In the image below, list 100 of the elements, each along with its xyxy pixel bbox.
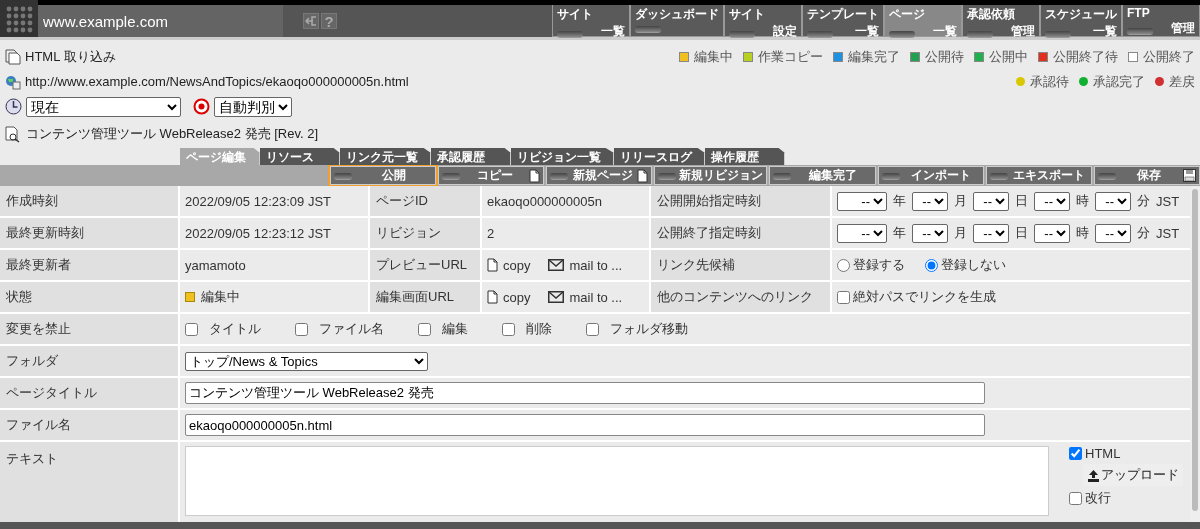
- tab[interactable]: 操作履歴: [705, 148, 785, 165]
- legend-label: 公開終了待: [1053, 47, 1118, 66]
- action-button[interactable]: 新規ページ: [546, 166, 653, 185]
- checkbox-option[interactable]: 改行: [1069, 489, 1169, 507]
- text-field[interactable]: ekaoqo000000005n.html: [185, 414, 985, 436]
- mail-link[interactable]: mail to ...: [548, 289, 623, 305]
- checkbox-option[interactable]: 削除: [502, 320, 552, 338]
- unit-label: 月: [954, 224, 967, 242]
- checkbox[interactable]: [295, 322, 308, 336]
- nav-button[interactable]: スケジュール 一覧: [1040, 5, 1122, 37]
- field-label: 最終更新時刻: [0, 218, 178, 248]
- radio-option[interactable]: 登録する: [837, 256, 905, 274]
- checkbox[interactable]: [418, 322, 431, 336]
- checkbox-option[interactable]: HTML: [1069, 446, 1169, 461]
- time-select[interactable]: --: [973, 223, 1009, 243]
- grid-logo-icon: [5, 4, 33, 33]
- action-button[interactable]: コピー: [438, 166, 545, 185]
- time-select[interactable]: --: [1095, 223, 1131, 243]
- field-label: テキスト: [0, 442, 178, 522]
- tab[interactable]: リソース: [260, 148, 340, 165]
- text-field[interactable]: コンテンツ管理ツール WebRelease2 発売: [185, 382, 985, 404]
- radio-button[interactable]: [925, 258, 938, 272]
- pill-icon: [729, 31, 755, 37]
- field-value: 2022/09/05 12:23:09 JST: [185, 193, 331, 209]
- copy-link[interactable]: copy: [487, 289, 531, 305]
- checkbox[interactable]: [1069, 447, 1082, 460]
- nav-button[interactable]: ダッシュボード: [630, 5, 724, 37]
- time-select[interactable]: --: [837, 191, 887, 211]
- clock-icon: [5, 98, 22, 115]
- time-select[interactable]: --: [1034, 223, 1070, 243]
- nav-button[interactable]: テンプレート 一覧: [802, 5, 884, 37]
- scrollbar[interactable]: [1192, 189, 1198, 511]
- field-value: 2: [487, 225, 495, 241]
- nav-button[interactable]: サイト 設定: [724, 5, 802, 37]
- pill-icon: [807, 31, 833, 37]
- legend-label: 承認待: [1030, 72, 1069, 91]
- target-icon: [193, 98, 210, 115]
- nav-button[interactable]: 承認依頼 管理: [962, 5, 1040, 37]
- folder-select[interactable]: トップ/News & Topics: [185, 351, 428, 371]
- unit-label: 年: [893, 224, 906, 242]
- pill-icon: [889, 31, 915, 37]
- field-value: yamamoto: [185, 257, 246, 273]
- nav-button[interactable]: ページ 一覧: [884, 5, 962, 37]
- checkbox-option[interactable]: タイトル: [185, 320, 261, 338]
- copy-link[interactable]: copy: [487, 257, 531, 273]
- time-select[interactable]: --: [912, 191, 948, 211]
- legend-label: 編集中: [694, 47, 733, 66]
- action-button[interactable]: インポート: [877, 166, 984, 185]
- time-select[interactable]: --: [837, 223, 887, 243]
- field-label: プレビューURL: [370, 250, 480, 280]
- checkbox-option[interactable]: ファイル名: [295, 320, 384, 338]
- field-label: 最終更新者: [0, 250, 178, 280]
- time-select[interactable]: --: [912, 223, 948, 243]
- exit-button[interactable]: [303, 13, 319, 29]
- radio-button[interactable]: [837, 258, 850, 272]
- checkbox[interactable]: [837, 290, 850, 304]
- period-select[interactable]: 現在: [26, 96, 181, 117]
- clipboard-icon: [487, 258, 498, 272]
- pill-icon: [635, 26, 661, 32]
- page-url: http://www.example.com/NewsAndTopics/ekaoqo000000005n.html: [25, 74, 409, 89]
- action-button[interactable]: 保存: [1093, 166, 1200, 185]
- legend-label: 差戻: [1169, 72, 1195, 91]
- tab[interactable]: 承認履歴: [431, 148, 511, 165]
- checkbox[interactable]: [586, 322, 599, 336]
- timezone-label: JST: [1156, 193, 1180, 209]
- site-name: www.example.com: [38, 5, 283, 37]
- time-select[interactable]: --: [1034, 191, 1070, 211]
- envelope-icon: [548, 291, 565, 303]
- checkbox-option[interactable]: フォルダ移動: [586, 320, 688, 338]
- tab[interactable]: リリースログ: [614, 148, 705, 165]
- legend-label: 作業コピー: [758, 47, 823, 66]
- tab[interactable]: リビジョン一覧: [511, 148, 614, 165]
- import-link[interactable]: HTML 取り込み: [25, 47, 116, 66]
- checkbox-option[interactable]: 編集: [418, 320, 468, 338]
- time-select[interactable]: --: [1095, 191, 1131, 211]
- radio-option[interactable]: 登録しない: [925, 256, 1006, 274]
- action-button[interactable]: 編集完了: [769, 166, 876, 185]
- checkbox[interactable]: [185, 322, 198, 336]
- field-label: ページID: [370, 186, 480, 216]
- document-search-icon: [5, 125, 22, 143]
- checkbox[interactable]: [1069, 491, 1082, 505]
- checkbox[interactable]: [502, 322, 515, 336]
- action-button[interactable]: 公開: [330, 166, 437, 185]
- unit-label: 分: [1137, 224, 1150, 242]
- field-label: リビジョン: [370, 218, 480, 248]
- field-label: 公開開始指定時刻: [651, 186, 830, 216]
- tab[interactable]: リンク元一覧: [340, 148, 431, 165]
- field-label: ファイル名: [0, 410, 178, 440]
- field-label: 他のコンテンツへのリンク: [651, 282, 830, 312]
- mail-link[interactable]: mail to ...: [548, 257, 623, 273]
- time-select[interactable]: --: [973, 191, 1009, 211]
- page-title: コンテンツ管理ツール WebRelease2 発売 [Rev. 2]: [26, 125, 319, 143]
- save-icon: [1183, 169, 1196, 182]
- action-button[interactable]: エキスポート: [985, 166, 1092, 185]
- nav-button[interactable]: FTP 管理: [1122, 5, 1200, 37]
- nav-button[interactable]: サイト 一覧: [552, 5, 630, 37]
- action-button[interactable]: 新規リビジョン: [654, 166, 768, 185]
- field-value: 2022/09/05 12:23:12 JST: [185, 225, 331, 241]
- encoding-select[interactable]: 自動判別: [214, 96, 292, 117]
- field-label: 状態: [0, 282, 178, 312]
